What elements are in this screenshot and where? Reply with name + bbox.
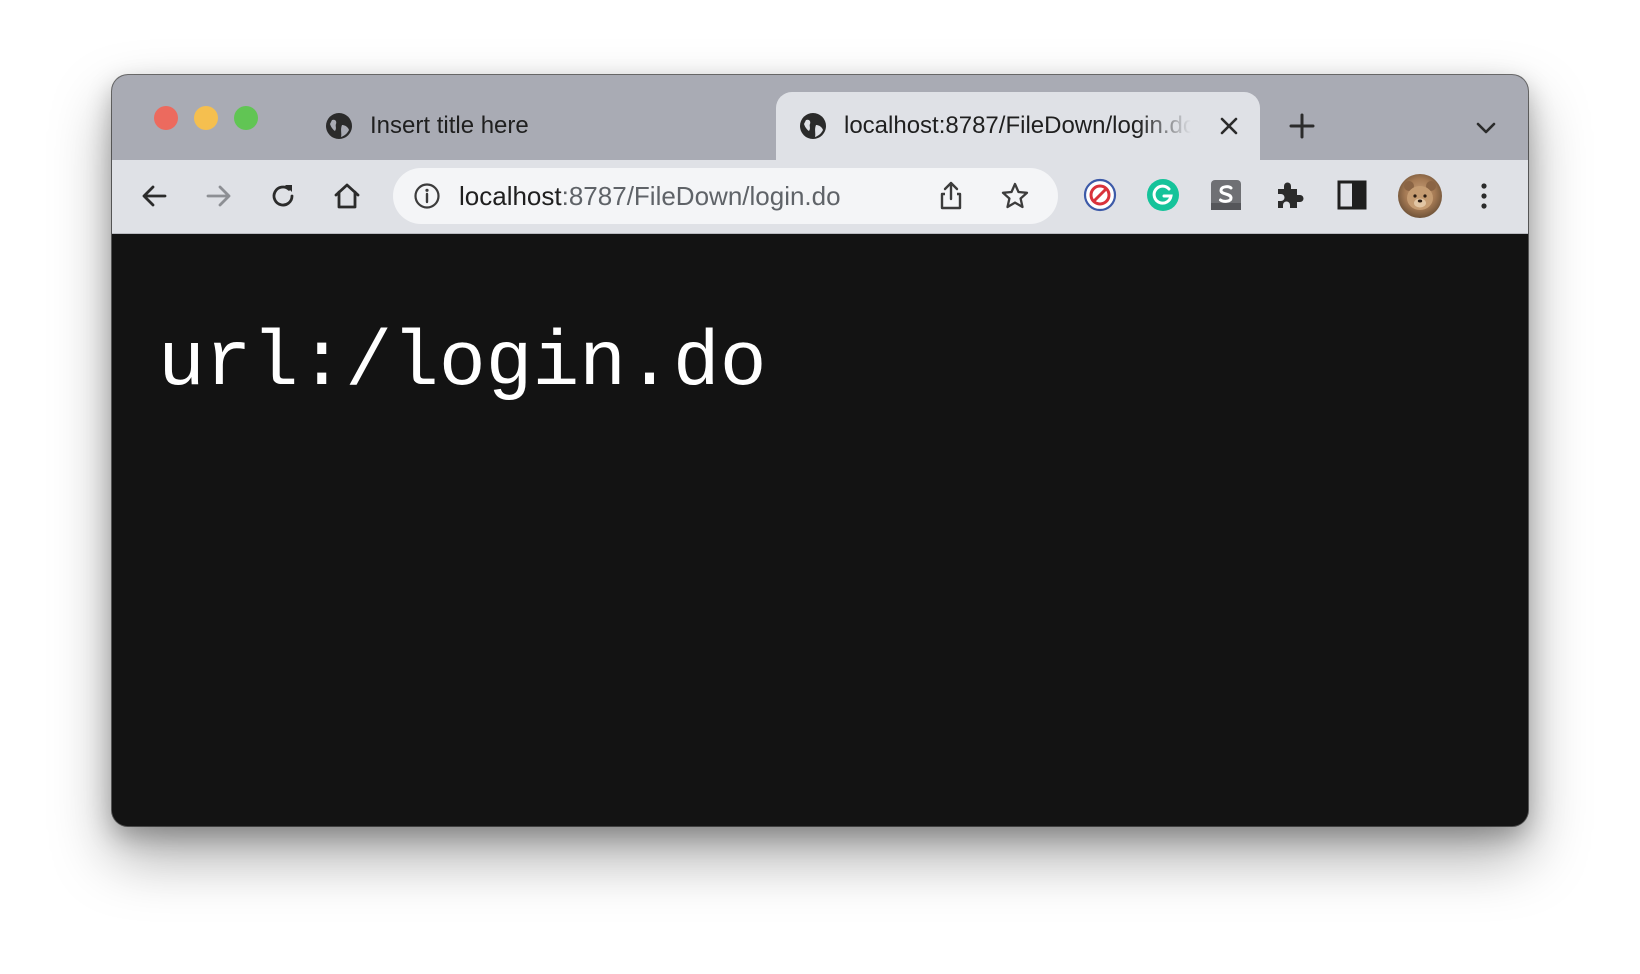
side-panel-icon[interactable] xyxy=(1334,177,1370,213)
home-icon[interactable] xyxy=(331,180,363,212)
more-menu-icon[interactable] xyxy=(1476,180,1492,212)
tab-close-icon[interactable] xyxy=(1216,113,1242,139)
share-icon[interactable] xyxy=(936,180,966,212)
new-tab-icon[interactable] xyxy=(1288,112,1316,140)
desktop-background: Insert title here localhost:8787/FileDow… xyxy=(0,0,1640,974)
bookmark-star-icon[interactable] xyxy=(999,180,1031,212)
page-content: url:/login.do xyxy=(112,234,1528,826)
window-close-button[interactable] xyxy=(154,106,178,130)
browser-toolbar: localhost:8787/FileDown/login.do xyxy=(112,160,1528,234)
forward-arrow-icon[interactable] xyxy=(203,180,235,212)
tab-login[interactable]: localhost:8787/FileDown/login.do xyxy=(776,92,1260,160)
tab-title: localhost:8787/FileDown/login.do xyxy=(844,112,1191,139)
globe-icon xyxy=(800,113,826,139)
s-extension-icon[interactable] xyxy=(1208,177,1244,213)
grammarly-extension-icon[interactable] xyxy=(1145,177,1181,213)
block-extension-icon[interactable] xyxy=(1082,177,1118,213)
tab-strip: Insert title here localhost:8787/FileDow… xyxy=(112,75,1528,160)
globe-icon xyxy=(326,113,352,139)
back-arrow-icon[interactable] xyxy=(138,180,170,212)
url-host: localhost xyxy=(459,181,562,211)
chevron-down-icon[interactable] xyxy=(1473,115,1499,141)
page-url-text: url:/login.do xyxy=(158,320,767,408)
reload-icon[interactable] xyxy=(267,180,299,212)
url-path: :8787/FileDown/login.do xyxy=(561,181,841,211)
url-text[interactable]: localhost:8787/FileDown/login.do xyxy=(459,182,841,210)
puzzle-extensions-icon[interactable] xyxy=(1272,177,1308,213)
site-info-icon[interactable] xyxy=(413,182,441,210)
browser-window: Insert title here localhost:8787/FileDow… xyxy=(112,75,1528,826)
profile-avatar[interactable] xyxy=(1398,174,1442,218)
window-minimize-button[interactable] xyxy=(194,106,218,130)
tab-title: Insert title here xyxy=(370,112,529,139)
window-maximize-button[interactable] xyxy=(234,106,258,130)
bear-avatar-icon xyxy=(1404,181,1436,210)
address-bar[interactable]: localhost:8787/FileDown/login.do xyxy=(393,168,1058,224)
